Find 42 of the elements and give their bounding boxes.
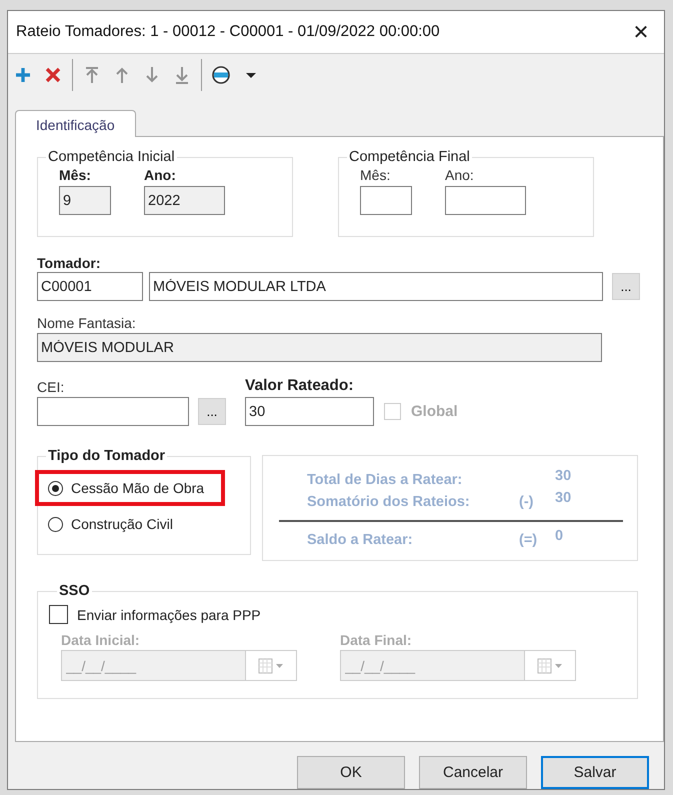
radio-label: Cessão Mão de Obra	[71, 480, 204, 496]
group-title: Competência Final	[348, 149, 471, 165]
field-label: Tomador:	[37, 255, 102, 271]
summary-value: 30	[555, 490, 572, 506]
summary-value: 0	[555, 528, 564, 544]
radio-label: Construção Civil	[71, 516, 173, 532]
field-label: Mês:	[59, 167, 92, 183]
field-label: Valor Rateado:	[245, 377, 355, 395]
code-input-field[interactable]: C00001	[37, 272, 143, 301]
summary-label: Saldo a Ratear:	[307, 531, 414, 548]
radio-button[interactable]	[48, 480, 63, 496]
radio-button[interactable]	[48, 516, 63, 532]
field-label: Nome Fantasia:	[37, 315, 137, 331]
summary-label: Somatório dos Rateios:	[307, 493, 471, 510]
input-field[interactable]: 30	[245, 397, 374, 426]
checkbox[interactable]	[49, 605, 68, 624]
group-title: Tipo do Tomador	[47, 448, 166, 464]
group-title: SSO	[58, 583, 91, 599]
checkbox-label: Enviar informações para PPP	[77, 606, 261, 622]
identification-tab[interactable]: Identificação	[15, 110, 136, 137]
field-label: Ano:	[144, 167, 177, 183]
field-label: Data Final:	[340, 632, 413, 648]
summary-label: Total de Dias a Ratear:	[307, 471, 464, 488]
lookup-button[interactable]: ...	[198, 398, 226, 425]
field-label: Data Inicial:	[61, 632, 141, 648]
summary-value: 30	[555, 468, 572, 484]
field-label: Mês:	[360, 167, 392, 183]
close-button[interactable]: ✕	[618, 12, 664, 52]
summary-sign: (-)	[519, 494, 534, 510]
ok-button[interactable]: OK	[297, 756, 405, 789]
field-label: CEI:	[37, 379, 66, 395]
summary-sign: (=)	[519, 532, 538, 548]
save-button[interactable]: Salvar	[541, 756, 649, 789]
input-field[interactable]	[360, 186, 412, 215]
field-label: Ano:	[445, 167, 475, 183]
lookup-button[interactable]: ...	[612, 273, 640, 300]
input-field[interactable]	[37, 397, 189, 426]
checkbox-label: Global	[411, 403, 458, 420]
cancel-button[interactable]: Cancelar	[419, 756, 527, 789]
window-title: Rateio Tomadores: 1 - 00012 - C00001 - 01/09/2022 00:00:00	[16, 23, 440, 42]
input-field[interactable]	[445, 186, 526, 215]
group-title: Competência Inicial	[47, 149, 176, 165]
